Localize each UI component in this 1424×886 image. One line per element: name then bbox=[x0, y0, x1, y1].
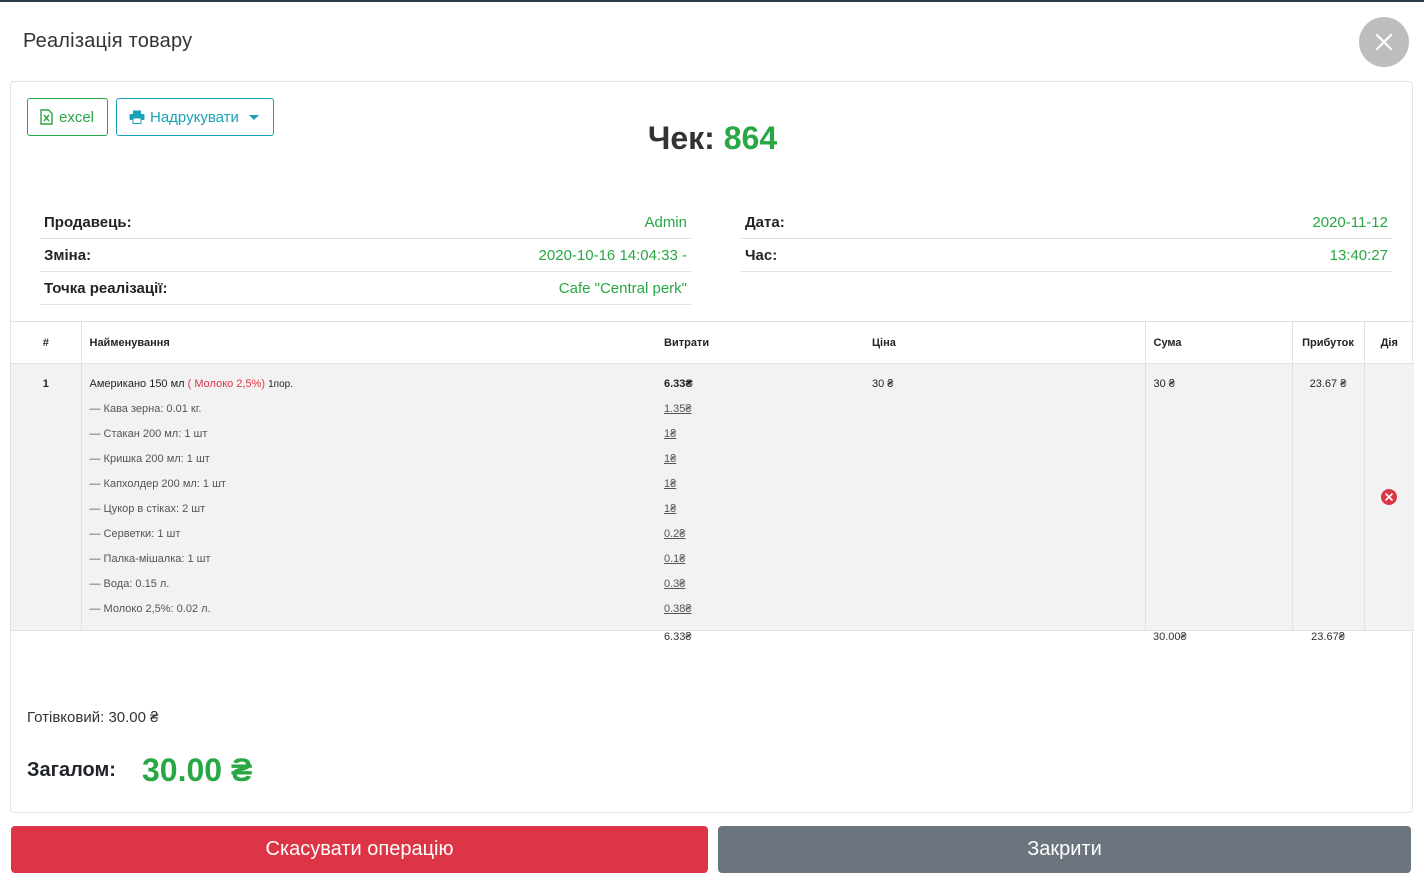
col-cost: Витрати bbox=[656, 321, 864, 364]
date-value: 2020-11-12 bbox=[1312, 213, 1388, 231]
items-table: # Найменування Витрати Ціна Сума Прибуто… bbox=[11, 321, 1414, 673]
ingredient-item: — Молоко 2,5%: 0.02 л. bbox=[89, 603, 211, 615]
grand-total-value: 30.00 ₴ bbox=[141, 752, 253, 788]
ingredient-cost-link[interactable]: 0.2₴ bbox=[664, 528, 685, 540]
col-name: Найменування bbox=[80, 321, 656, 364]
ingredient-item: — Стакан 200 мл: 1 шт bbox=[89, 428, 208, 440]
info-right: Дата: 2020-11-12 Час: 13:40:27 bbox=[741, 206, 1392, 272]
totals-row: 6.33₴ 30.00₴ 23.67₴ bbox=[11, 631, 1414, 673]
receipt-label: Чек: bbox=[647, 120, 715, 156]
info-row-shift: Зміна: 2020-10-16 14:04:33 - bbox=[40, 239, 691, 272]
col-price: Ціна bbox=[864, 321, 1145, 364]
time-label: Час: bbox=[745, 246, 778, 264]
product-name: Американо 150 мл bbox=[89, 378, 185, 390]
ingredient-item: — Серветки: 1 шт bbox=[89, 528, 181, 540]
ingredient-cost-link[interactable]: 1.35₴ bbox=[664, 403, 692, 415]
grand-total-label: Загалом: bbox=[27, 759, 116, 781]
total-profit: 23.67₴ bbox=[1311, 631, 1345, 643]
receipt-title: Чек: 864 bbox=[11, 120, 1414, 157]
info-row-time: Час: 13:40:27 bbox=[741, 239, 1392, 272]
sale-point-label: Точка реалізації: bbox=[44, 279, 168, 297]
ingredient-cost-link[interactable]: 1₴ bbox=[664, 453, 676, 465]
info-row-sale-point: Точка реалізації: Cafe "Central perk" bbox=[40, 272, 691, 305]
seller-label: Продавець: bbox=[44, 213, 132, 231]
info-left: Продавець: Admin Зміна: 2020-10-16 14:04… bbox=[40, 206, 691, 305]
product-modifier: ( Молоко 2,5%) bbox=[187, 378, 266, 390]
ingredient-item: — Цукор в стіках: 2 шт bbox=[89, 503, 206, 515]
close-icon bbox=[1375, 33, 1393, 51]
total-sum: 30.00₴ bbox=[1153, 631, 1187, 643]
ingredient-item: — Палка-мішалка: 1 шт bbox=[89, 553, 211, 565]
cancel-operation-button[interactable]: Скасувати операцію bbox=[11, 826, 708, 873]
ingredient-cost-link[interactable]: 0.3₴ bbox=[664, 578, 685, 590]
receipt-number: 864 bbox=[723, 120, 778, 156]
delete-circle-icon[interactable] bbox=[1381, 489, 1398, 505]
ingredient-item: — Кава зерна: 0.01 кг. bbox=[89, 403, 202, 415]
col-action: Дія bbox=[1363, 321, 1414, 364]
ingredient-cost-link[interactable]: 1₴ bbox=[664, 428, 676, 440]
seller-value: Admin bbox=[644, 213, 687, 231]
col-sum: Сума bbox=[1144, 321, 1292, 364]
ingredient-item: — Вода: 0.15 л. bbox=[89, 578, 170, 590]
total-cost: 6.33₴ bbox=[664, 631, 692, 643]
shift-label: Зміна: bbox=[44, 246, 92, 264]
product-line: Американо 150 мл ( Молоко 2,5%) 1пор. bbox=[90, 372, 649, 397]
col-profit: Прибуток bbox=[1291, 321, 1364, 364]
ingredient-cost-link[interactable]: 0.1₴ bbox=[664, 553, 685, 565]
ingredient-item: — Кришка 200 мл: 1 шт bbox=[89, 453, 210, 465]
grand-total: Загалом: 30.00 ₴ bbox=[27, 752, 252, 789]
cash-payment: Готівковий: 30.00 ₴ bbox=[27, 709, 159, 726]
row-price: 30 ₴ bbox=[872, 378, 894, 390]
ingredient-item: — Капхолдер 200 мл: 1 шт bbox=[89, 478, 226, 490]
row-profit: 23.67 ₴ bbox=[1309, 378, 1347, 390]
table-row: 1 Американо 150 мл ( Молоко 2,5%) 1пор. … bbox=[11, 363, 1414, 631]
time-value: 13:40:27 bbox=[1329, 246, 1388, 264]
chevron-down-icon bbox=[248, 114, 259, 120]
table-header-row: # Найменування Витрати Ціна Сума Прибуто… bbox=[11, 321, 1414, 364]
product-qty: 1пор. bbox=[268, 379, 293, 390]
col-index: # bbox=[11, 321, 81, 364]
info-row-seller: Продавець: Admin bbox=[40, 206, 691, 239]
info-row-date: Дата: 2020-11-12 bbox=[741, 206, 1392, 239]
top-border bbox=[0, 0, 1424, 2]
shift-value: 2020-10-16 14:04:33 - bbox=[538, 246, 687, 264]
ingredient-cost-link[interactable]: 1₴ bbox=[664, 503, 676, 515]
close-button[interactable] bbox=[1359, 17, 1409, 67]
ingredient-cost-link[interactable]: 1₴ bbox=[664, 478, 676, 490]
row-index: 1 bbox=[42, 378, 49, 390]
row-sum: 30 ₴ bbox=[1153, 378, 1175, 390]
date-label: Дата: bbox=[745, 213, 785, 231]
modal-title: Реалізація товару bbox=[23, 30, 193, 52]
receipt-card: excel Надрукувати Чек: 864 Продавець: Ad… bbox=[10, 81, 1414, 813]
sale-point-value: Cafe "Central perk" bbox=[558, 279, 687, 297]
close-modal-button[interactable]: Закрити bbox=[718, 826, 1411, 873]
row-cost: 6.33₴ bbox=[664, 378, 693, 390]
ingredient-cost-link[interactable]: 0.38₴ bbox=[664, 603, 692, 615]
